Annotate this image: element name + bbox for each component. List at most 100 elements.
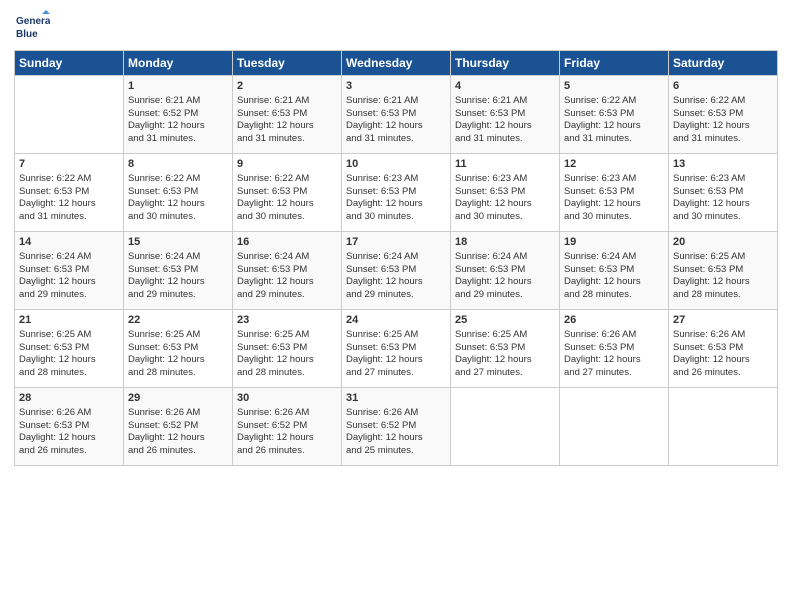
day-info: Daylight: 12 hours	[564, 198, 664, 211]
col-header-friday: Friday	[560, 51, 669, 76]
day-cell: 29Sunrise: 6:26 AMSunset: 6:52 PMDayligh…	[124, 388, 233, 466]
day-info: Sunset: 6:53 PM	[346, 108, 446, 121]
day-info: Daylight: 12 hours	[19, 276, 119, 289]
day-info: Sunset: 6:53 PM	[128, 264, 228, 277]
day-cell: 23Sunrise: 6:25 AMSunset: 6:53 PMDayligh…	[233, 310, 342, 388]
day-cell: 30Sunrise: 6:26 AMSunset: 6:52 PMDayligh…	[233, 388, 342, 466]
day-info: Sunrise: 6:24 AM	[346, 251, 446, 264]
day-info: Daylight: 12 hours	[128, 120, 228, 133]
day-info: and 29 minutes.	[346, 289, 446, 302]
day-number: 20	[673, 235, 773, 250]
day-info: Sunrise: 6:25 AM	[237, 329, 337, 342]
day-info: and 26 minutes.	[673, 367, 773, 380]
day-info: Sunset: 6:53 PM	[346, 342, 446, 355]
day-info: Sunset: 6:53 PM	[564, 186, 664, 199]
day-cell: 1Sunrise: 6:21 AMSunset: 6:52 PMDaylight…	[124, 76, 233, 154]
logo-svg: General Blue	[14, 10, 50, 46]
day-number: 13	[673, 157, 773, 172]
day-info: Sunset: 6:53 PM	[455, 186, 555, 199]
day-info: and 30 minutes.	[128, 211, 228, 224]
day-info: Daylight: 12 hours	[564, 120, 664, 133]
day-cell: 14Sunrise: 6:24 AMSunset: 6:53 PMDayligh…	[15, 232, 124, 310]
col-header-saturday: Saturday	[669, 51, 778, 76]
day-cell: 26Sunrise: 6:26 AMSunset: 6:53 PMDayligh…	[560, 310, 669, 388]
day-number: 3	[346, 79, 446, 94]
day-info: Daylight: 12 hours	[128, 354, 228, 367]
col-header-tuesday: Tuesday	[233, 51, 342, 76]
day-info: Sunrise: 6:25 AM	[673, 251, 773, 264]
day-info: Sunset: 6:53 PM	[673, 186, 773, 199]
day-info: Daylight: 12 hours	[673, 354, 773, 367]
day-cell	[15, 76, 124, 154]
day-number: 7	[19, 157, 119, 172]
day-cell: 8Sunrise: 6:22 AMSunset: 6:53 PMDaylight…	[124, 154, 233, 232]
day-number: 22	[128, 313, 228, 328]
day-info: Sunrise: 6:21 AM	[237, 95, 337, 108]
day-info: Daylight: 12 hours	[455, 198, 555, 211]
day-info: Sunrise: 6:23 AM	[564, 173, 664, 186]
day-info: Sunset: 6:53 PM	[237, 342, 337, 355]
day-info: Sunrise: 6:23 AM	[673, 173, 773, 186]
day-cell: 20Sunrise: 6:25 AMSunset: 6:53 PMDayligh…	[669, 232, 778, 310]
day-info: Sunset: 6:53 PM	[673, 342, 773, 355]
day-info: Sunrise: 6:26 AM	[128, 407, 228, 420]
day-info: Sunset: 6:52 PM	[128, 108, 228, 121]
day-number: 1	[128, 79, 228, 94]
day-info: and 29 minutes.	[19, 289, 119, 302]
day-info: Sunrise: 6:24 AM	[19, 251, 119, 264]
day-number: 8	[128, 157, 228, 172]
day-info: Daylight: 12 hours	[455, 120, 555, 133]
day-cell: 7Sunrise: 6:22 AMSunset: 6:53 PMDaylight…	[15, 154, 124, 232]
day-number: 27	[673, 313, 773, 328]
day-info: Daylight: 12 hours	[128, 432, 228, 445]
day-number: 18	[455, 235, 555, 250]
day-info: Sunrise: 6:26 AM	[673, 329, 773, 342]
day-number: 16	[237, 235, 337, 250]
day-cell: 15Sunrise: 6:24 AMSunset: 6:53 PMDayligh…	[124, 232, 233, 310]
day-info: Sunrise: 6:22 AM	[128, 173, 228, 186]
day-number: 30	[237, 391, 337, 406]
day-cell	[560, 388, 669, 466]
day-info: and 31 minutes.	[128, 133, 228, 146]
day-info: Sunrise: 6:25 AM	[346, 329, 446, 342]
day-info: and 29 minutes.	[128, 289, 228, 302]
day-cell: 2Sunrise: 6:21 AMSunset: 6:53 PMDaylight…	[233, 76, 342, 154]
day-cell: 9Sunrise: 6:22 AMSunset: 6:53 PMDaylight…	[233, 154, 342, 232]
day-info: Sunrise: 6:26 AM	[237, 407, 337, 420]
day-number: 21	[19, 313, 119, 328]
day-cell: 12Sunrise: 6:23 AMSunset: 6:53 PMDayligh…	[560, 154, 669, 232]
day-info: Sunset: 6:53 PM	[19, 420, 119, 433]
header-row: SundayMondayTuesdayWednesdayThursdayFrid…	[15, 51, 778, 76]
day-info: and 27 minutes.	[455, 367, 555, 380]
day-info: and 31 minutes.	[673, 133, 773, 146]
day-info: Sunrise: 6:23 AM	[455, 173, 555, 186]
day-info: Daylight: 12 hours	[564, 354, 664, 367]
col-header-monday: Monday	[124, 51, 233, 76]
day-info: Sunset: 6:53 PM	[128, 186, 228, 199]
header: General Blue	[14, 10, 778, 46]
col-header-wednesday: Wednesday	[342, 51, 451, 76]
day-number: 31	[346, 391, 446, 406]
day-info: Daylight: 12 hours	[673, 276, 773, 289]
day-info: Sunset: 6:53 PM	[128, 342, 228, 355]
day-info: and 28 minutes.	[237, 367, 337, 380]
day-cell: 3Sunrise: 6:21 AMSunset: 6:53 PMDaylight…	[342, 76, 451, 154]
day-info: and 27 minutes.	[564, 367, 664, 380]
day-info: and 26 minutes.	[237, 445, 337, 458]
day-info: Sunrise: 6:26 AM	[346, 407, 446, 420]
day-number: 28	[19, 391, 119, 406]
day-info: Daylight: 12 hours	[19, 198, 119, 211]
day-info: Sunset: 6:53 PM	[346, 264, 446, 277]
svg-text:General: General	[16, 16, 50, 27]
day-info: Daylight: 12 hours	[455, 354, 555, 367]
day-info: Daylight: 12 hours	[19, 354, 119, 367]
day-cell: 6Sunrise: 6:22 AMSunset: 6:53 PMDaylight…	[669, 76, 778, 154]
day-info: and 26 minutes.	[19, 445, 119, 458]
day-info: Sunset: 6:53 PM	[19, 186, 119, 199]
day-cell: 11Sunrise: 6:23 AMSunset: 6:53 PMDayligh…	[451, 154, 560, 232]
day-cell	[669, 388, 778, 466]
day-number: 17	[346, 235, 446, 250]
day-info: Sunrise: 6:25 AM	[128, 329, 228, 342]
day-number: 14	[19, 235, 119, 250]
day-info: Daylight: 12 hours	[19, 432, 119, 445]
